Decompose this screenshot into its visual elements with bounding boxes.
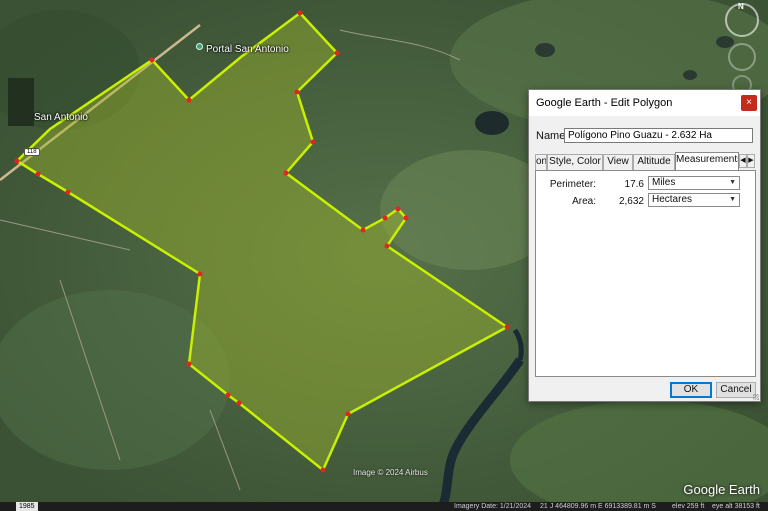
- eye-altitude-readout: eye alt 38153 ft: [712, 503, 760, 510]
- imagery-credit: Image © 2024 Airbus: [353, 468, 428, 477]
- perimeter-unit: Miles: [652, 177, 676, 188]
- imagery-date: Imagery Date: 1/21/2024: [454, 503, 532, 510]
- dialog-titlebar[interactable]: Google Earth - Edit Polygon ×: [529, 90, 760, 116]
- poi-label: Portal San Antonio: [206, 44, 289, 55]
- placemark-icon[interactable]: [196, 43, 203, 50]
- resize-grip-icon[interactable]: [753, 394, 759, 400]
- coordinates-readout: 21 J 464809.96 m E 6913389.81 m S: [540, 503, 656, 510]
- tab-description[interactable]: on: [535, 154, 547, 170]
- historical-year-badge[interactable]: 1985: [16, 502, 38, 511]
- area-unit: Hectares: [652, 194, 693, 205]
- close-button[interactable]: ×: [741, 95, 757, 111]
- cancel-button[interactable]: Cancel: [716, 382, 756, 398]
- compass-icon[interactable]: N: [725, 2, 759, 37]
- chevron-down-icon: ▼: [729, 179, 736, 186]
- ok-button[interactable]: OK: [670, 382, 712, 398]
- name-input[interactable]: [564, 128, 753, 143]
- status-bar: 1985 Imagery Date: 1/21/2024 21 J 464809…: [0, 502, 768, 511]
- route-shield: 118: [24, 148, 40, 156]
- perimeter-unit-select[interactable]: Miles ▼: [648, 176, 740, 190]
- edit-polygon-dialog: Google Earth - Edit Polygon × Name: on S…: [528, 89, 761, 402]
- elevation-readout: elev 259 ft: [672, 503, 705, 510]
- compass-north: N: [738, 2, 744, 11]
- tab-altitude[interactable]: Altitude: [633, 154, 675, 170]
- google-earth-logo: Google Earth: [683, 482, 760, 497]
- perimeter-label: Perimeter:: [549, 179, 596, 190]
- area-unit-select[interactable]: Hectares ▼: [648, 193, 740, 207]
- dialog-title: Google Earth - Edit Polygon: [536, 97, 673, 109]
- perimeter-row: Perimeter: 17.6 Miles ▼: [536, 176, 755, 192]
- tab-measurements[interactable]: Measurements: [675, 152, 739, 170]
- town-label: San Antonio: [34, 112, 88, 123]
- tab-view[interactable]: View: [603, 154, 633, 170]
- perimeter-value: 17.6: [624, 179, 644, 190]
- area-row: Area: 2,632 Hectares ▼: [536, 193, 755, 209]
- tab-bar: on Style, Color View Altitude Measuremen…: [535, 152, 757, 170]
- navigation-controls[interactable]: N: [724, 2, 760, 95]
- tab-style-color[interactable]: Style, Color: [547, 154, 603, 170]
- area-label: Area:: [572, 196, 596, 207]
- tab-scroll-right-icon[interactable]: ▶: [747, 154, 755, 168]
- chevron-down-icon: ▼: [729, 196, 736, 203]
- look-joystick-icon[interactable]: [728, 43, 756, 71]
- area-value: 2,632: [618, 196, 644, 207]
- measurements-panel: Perimeter: 17.6 Miles ▼ Area: 2,632 Hect…: [535, 170, 756, 377]
- tab-scroll-left-icon[interactable]: ◀: [739, 154, 747, 168]
